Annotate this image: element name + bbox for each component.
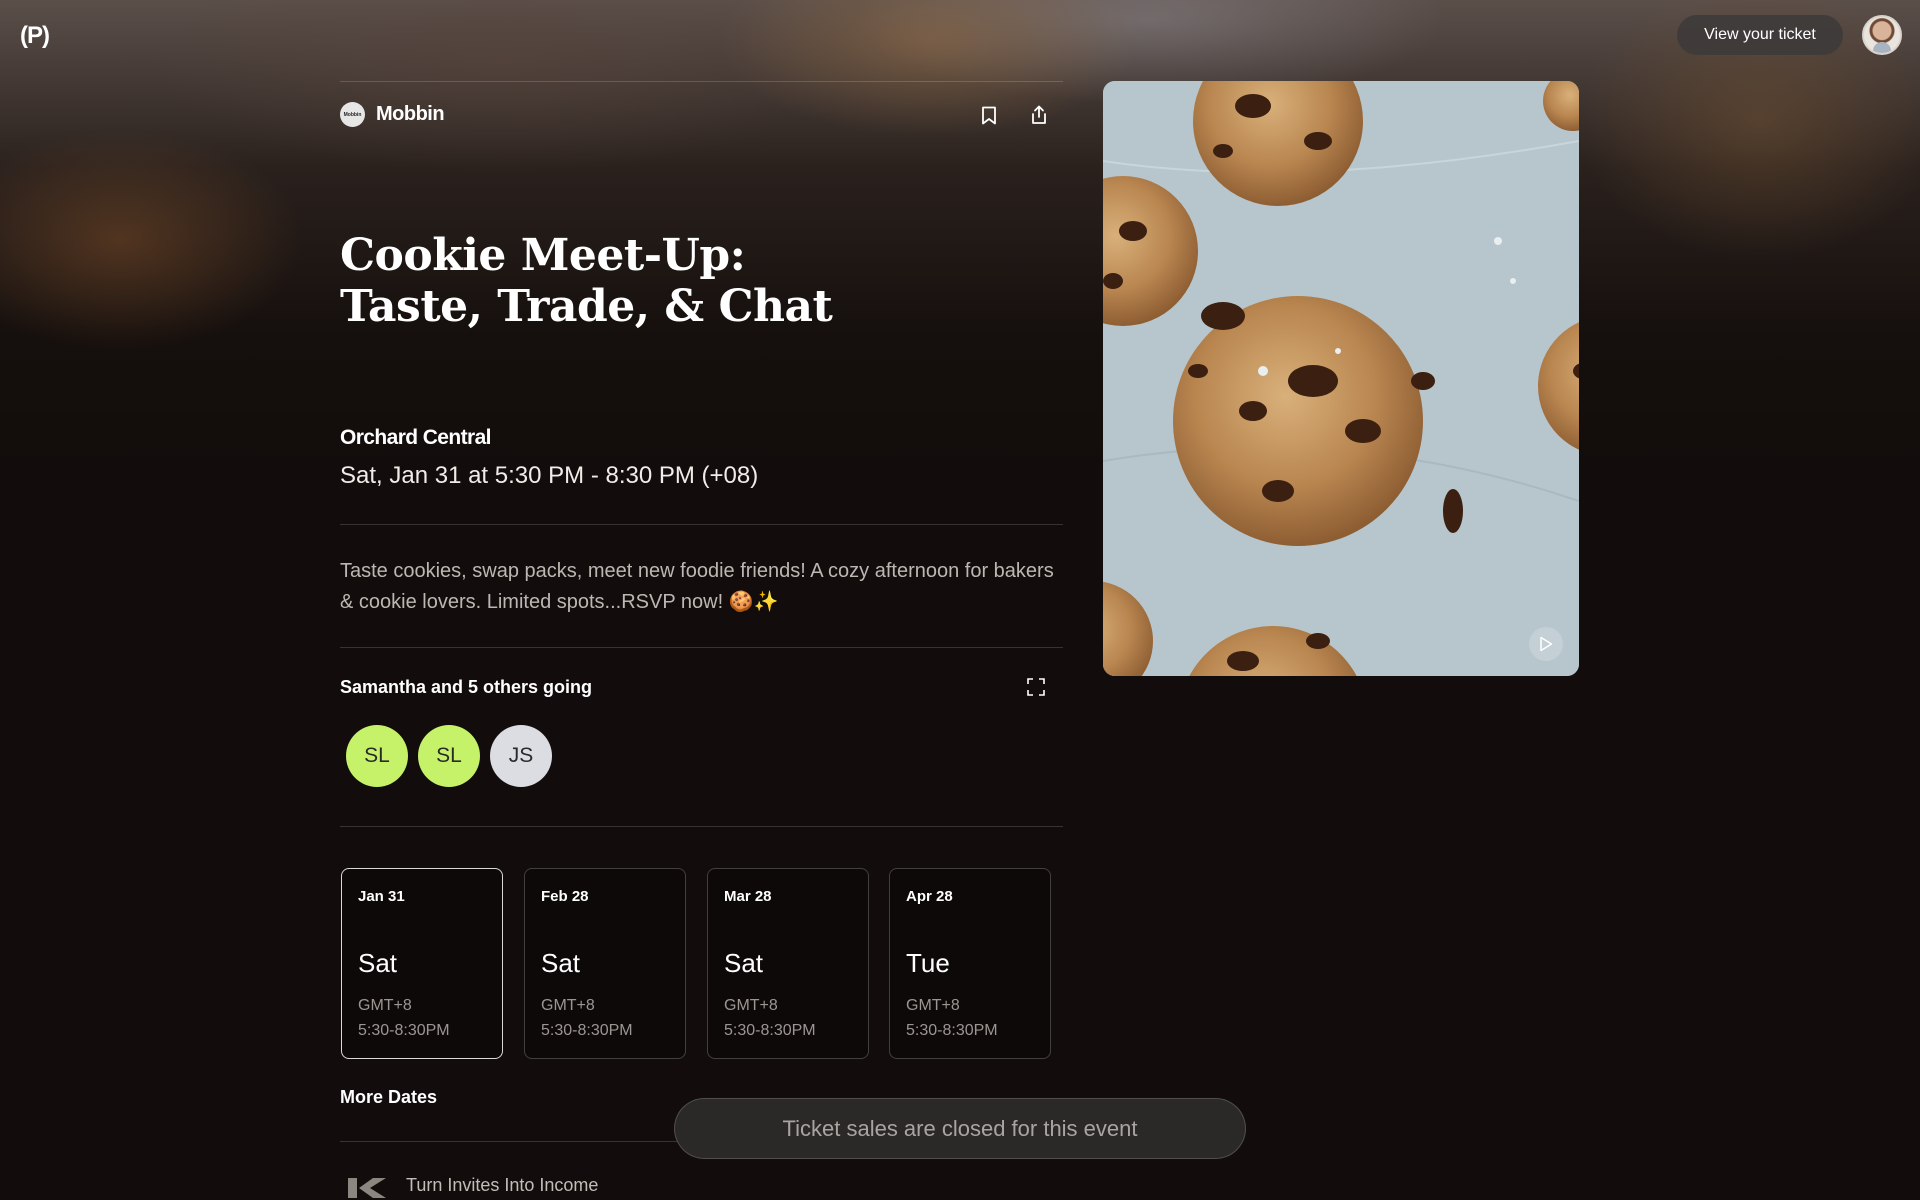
- date-card[interactable]: Feb 28 Sat GMT+8 5:30-8:30PM: [524, 868, 686, 1059]
- event-title-line2: Taste, Trade, & Chat: [340, 281, 833, 332]
- date-card[interactable]: Mar 28 Sat GMT+8 5:30-8:30PM: [707, 868, 869, 1059]
- date-card-date: Jan 31: [358, 888, 405, 905]
- event-datetime: Sat, Jan 31 at 5:30 PM - 8:30 PM (+08): [340, 462, 759, 489]
- date-card-time: 5:30-8:30PM: [541, 1022, 633, 1039]
- date-card-timezone: GMT+8: [541, 997, 595, 1014]
- divider: [340, 81, 1063, 82]
- date-card-day: Sat: [358, 948, 398, 978]
- attendees-summary: Samantha and 5 others going: [340, 677, 593, 697]
- more-dates-link[interactable]: More Dates: [340, 1087, 437, 1108]
- play-icon[interactable]: [1529, 627, 1563, 661]
- divider: [340, 647, 1063, 648]
- date-card-time: 5:30-8:30PM: [906, 1022, 998, 1039]
- event-venue[interactable]: Orchard Central: [340, 426, 491, 450]
- date-card[interactable]: Apr 28 Tue GMT+8 5:30-8:30PM: [889, 868, 1051, 1059]
- expand-icon[interactable]: [1024, 675, 1048, 699]
- ticket-status-bar: Ticket sales are closed for this event: [674, 1098, 1246, 1159]
- event-description: Taste cookies, swap packs, meet new food…: [340, 560, 1054, 613]
- date-card-day: Tue: [906, 948, 950, 978]
- attendee-avatar[interactable]: SL: [346, 725, 408, 787]
- attendee-avatar[interactable]: JS: [490, 725, 552, 787]
- organizer-logo[interactable]: Mobbin: [340, 102, 365, 127]
- share-icon[interactable]: [1026, 102, 1052, 128]
- organizer-row: Mobbin Mobbin: [340, 102, 1063, 128]
- date-card-day: Sat: [724, 948, 764, 978]
- bookmark-icon[interactable]: [976, 102, 1002, 128]
- divider: [340, 826, 1063, 827]
- promo-logo-icon: [346, 1176, 388, 1200]
- date-card-time: 5:30-8:30PM: [724, 1022, 816, 1039]
- divider: [340, 524, 1063, 525]
- event-title-line1: Cookie Meet-Up:: [340, 230, 746, 281]
- date-card[interactable]: Jan 31 Sat GMT+8 5:30-8:30PM: [341, 868, 503, 1059]
- attendee-avatar[interactable]: SL: [418, 725, 480, 787]
- date-card-timezone: GMT+8: [906, 997, 960, 1014]
- date-card-date: Mar 28: [724, 888, 772, 905]
- event-cover-image: [1103, 81, 1579, 676]
- app-logo[interactable]: (P): [20, 22, 50, 50]
- user-avatar[interactable]: [1862, 15, 1902, 55]
- promo-text[interactable]: Turn Invites Into Income: [406, 1175, 598, 1196]
- date-card-timezone: GMT+8: [724, 997, 778, 1014]
- date-card-day: Sat: [541, 948, 581, 978]
- view-ticket-button[interactable]: View your ticket: [1677, 15, 1843, 55]
- organizer-name[interactable]: Mobbin: [376, 103, 445, 126]
- date-card-timezone: GMT+8: [358, 997, 412, 1014]
- event-title: Cookie Meet-Up: Taste, Trade, & Chat: [340, 230, 1040, 332]
- date-card-date: Apr 28: [906, 888, 953, 905]
- date-card-date: Feb 28: [541, 888, 589, 905]
- date-card-time: 5:30-8:30PM: [358, 1022, 450, 1039]
